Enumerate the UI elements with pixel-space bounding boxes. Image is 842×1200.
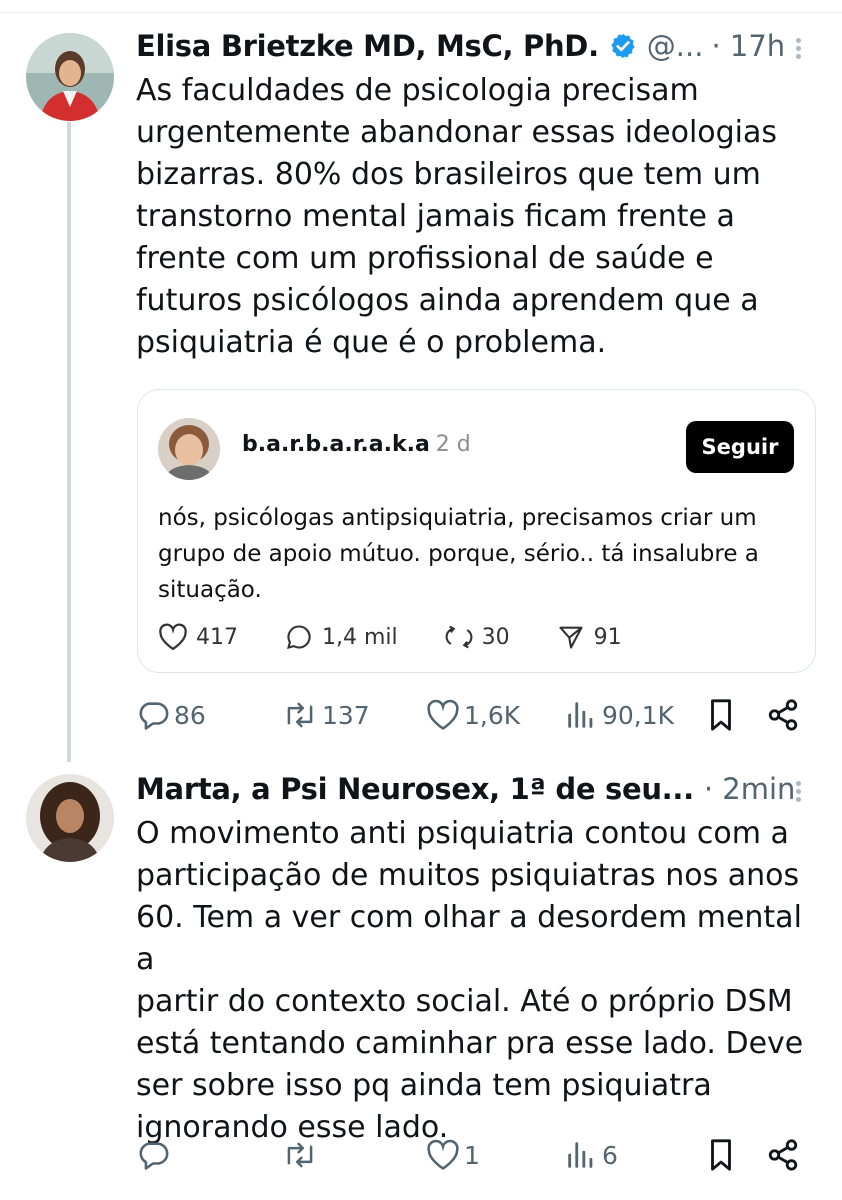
quoted-share-count: 91 xyxy=(593,624,622,650)
tweet2-reply-button[interactable] xyxy=(136,1137,174,1173)
tweet1-views-button[interactable]: 90,1K xyxy=(564,697,674,733)
comment-bubble-icon xyxy=(287,625,311,649)
tweet1-text-line: urgentemente abandonar essas ideologias xyxy=(136,115,778,150)
quoted-like-stat[interactable]: 417 xyxy=(158,623,238,651)
top-edge xyxy=(0,0,842,13)
share-icon xyxy=(768,699,798,731)
tweet1-text-line: futuros psicólogos ainda aprendem que a xyxy=(136,283,759,318)
tweet1-text-line: bizarras. 80% dos brasileiros que tem um xyxy=(136,157,761,192)
share-icon xyxy=(768,1139,798,1171)
tweet1-share-button[interactable] xyxy=(766,697,804,733)
quoted-share-stat[interactable]: 91 xyxy=(556,623,622,651)
views-chart-icon xyxy=(568,1142,593,1168)
thread-connector xyxy=(67,122,71,762)
reply-icon xyxy=(139,702,169,730)
send-paper-plane-icon xyxy=(559,626,583,649)
avatar-barbaraka[interactable] xyxy=(158,418,220,480)
tweet1-more-icon[interactable] xyxy=(788,35,808,65)
reply-icon xyxy=(139,1142,169,1170)
avatar-elisa[interactable] xyxy=(26,33,114,121)
quoted-comment-count: 1,4 mil xyxy=(322,624,398,650)
avatar-marta[interactable] xyxy=(26,774,114,862)
avatar-barbaraka-photo xyxy=(158,418,220,480)
tweet1-text-line: frente com um profissional de saúde e xyxy=(136,241,714,276)
tweet1-views-count: 90,1K xyxy=(602,700,675,730)
retweet-icon xyxy=(287,702,313,728)
repost-icon xyxy=(445,625,473,649)
like-heart-icon xyxy=(427,1139,459,1170)
verified-badge-icon xyxy=(611,33,635,59)
tweet1-like-count: 1,6K xyxy=(464,700,521,730)
tweet1-text-line: transtorno mental jamais ficam frente a xyxy=(136,199,735,234)
tweet1-action-bar: 86 137 1,6K 90,1K xyxy=(136,697,806,733)
quoted-username[interactable]: b.a.r.b.a.r.a.k.a xyxy=(242,432,430,457)
tweet1-text-line: As faculdades de psicologia precisam xyxy=(136,73,699,108)
tweet2-like-count: 1 xyxy=(464,1140,480,1170)
views-chart-icon xyxy=(568,702,593,728)
tweet2-views-count: 6 xyxy=(602,1140,618,1170)
quoted-comment-stat[interactable]: 1,4 mil xyxy=(284,623,398,651)
tweet2-text-line: ser sobre isso pq ainda tem psiquiatra xyxy=(136,1068,712,1103)
tweet2-header: Marta, a Psi Neurosex, 1ª de seu... · 2m… xyxy=(136,769,795,809)
tweet2-share-button[interactable] xyxy=(766,1137,804,1173)
tweet2-text-line: participação de muitos psiquiatras nos a… xyxy=(136,858,800,893)
tweet2-views-button[interactable]: 6 xyxy=(564,1137,618,1173)
tweet2-action-bar: 1 6 xyxy=(136,1137,806,1173)
tweet2-more-icon[interactable] xyxy=(788,778,808,808)
quoted-repost-stat[interactable]: 30 xyxy=(444,623,510,651)
quoted-text-line: grupo de apoio mútuo. porque, sério.. tá… xyxy=(158,541,759,567)
tweet2-like-button[interactable]: 1 xyxy=(426,1137,480,1173)
tweet2-text-line: 60. Tem a ver com olhar a desordem menta… xyxy=(136,900,802,977)
tweet1-author-name[interactable]: Elisa Brietzke MD, MsC, PhD. xyxy=(136,29,599,63)
like-heart-icon xyxy=(427,699,459,730)
tweet2-text: O movimento anti psiquiatria contou com … xyxy=(136,813,826,1149)
tweet2-text-line: está tentando caminhar pra esse lado. De… xyxy=(136,1026,804,1061)
tweet2-bookmark-button[interactable] xyxy=(706,1137,740,1173)
quoted-text: nós, psicólogas antipsiquiatria, precisa… xyxy=(158,500,798,608)
tweet1-reply-button[interactable]: 86 xyxy=(136,697,206,733)
heart-icon xyxy=(159,623,187,651)
tweet1-text-line: psiquiatria é que é o problema. xyxy=(136,325,607,360)
quoted-user-line: b.a.r.b.a.r.a.k.a 2 d xyxy=(242,432,471,457)
tweet2-retweet-button[interactable] xyxy=(282,1137,322,1173)
quoted-stats: 417 1,4 mil 30 91 xyxy=(158,622,668,652)
tweet2-text-line: O movimento anti psiquiatria contou com … xyxy=(136,816,789,851)
tweet1-header: Elisa Brietzke MD, MsC, PhD. @... · 17h xyxy=(136,26,785,66)
bookmark-icon xyxy=(711,699,731,731)
quoted-like-count: 417 xyxy=(196,624,238,650)
tweet2-time[interactable]: · 2min xyxy=(704,772,796,806)
quoted-time: 2 d xyxy=(435,432,471,457)
quoted-post-card[interactable]: b.a.r.b.a.r.a.k.a 2 d Seguir nós, psicólo… xyxy=(137,389,816,673)
tweet1-handle[interactable]: @... xyxy=(647,29,704,63)
bookmark-icon xyxy=(711,1139,731,1171)
tweet2-author-name[interactable]: Marta, a Psi Neurosex, 1ª de seu... xyxy=(136,772,694,806)
avatar-elisa-photo xyxy=(26,33,114,121)
tweet1-like-button[interactable]: 1,6K xyxy=(426,697,520,733)
quoted-text-line: nós, psicólogas antipsiquiatria, precisa… xyxy=(158,505,757,531)
tweet1-text: As faculdades de psicologia precisam urg… xyxy=(136,70,826,364)
tweet2-text-line: partir do contexto social. Até o próprio… xyxy=(136,984,793,1019)
retweet-icon xyxy=(287,1142,313,1168)
tweet1-reply-count: 86 xyxy=(174,700,206,730)
tweet1-retweet-button[interactable]: 137 xyxy=(282,697,370,733)
tweet1-retweet-count: 137 xyxy=(322,700,370,730)
avatar-marta-photo xyxy=(26,774,114,862)
follow-button[interactable]: Seguir xyxy=(686,421,794,473)
quoted-text-line: situação. xyxy=(158,577,262,603)
quoted-repost-count: 30 xyxy=(481,624,510,650)
tweet1-time[interactable]: · 17h xyxy=(711,29,785,63)
tweet1-bookmark-button[interactable] xyxy=(706,697,740,733)
